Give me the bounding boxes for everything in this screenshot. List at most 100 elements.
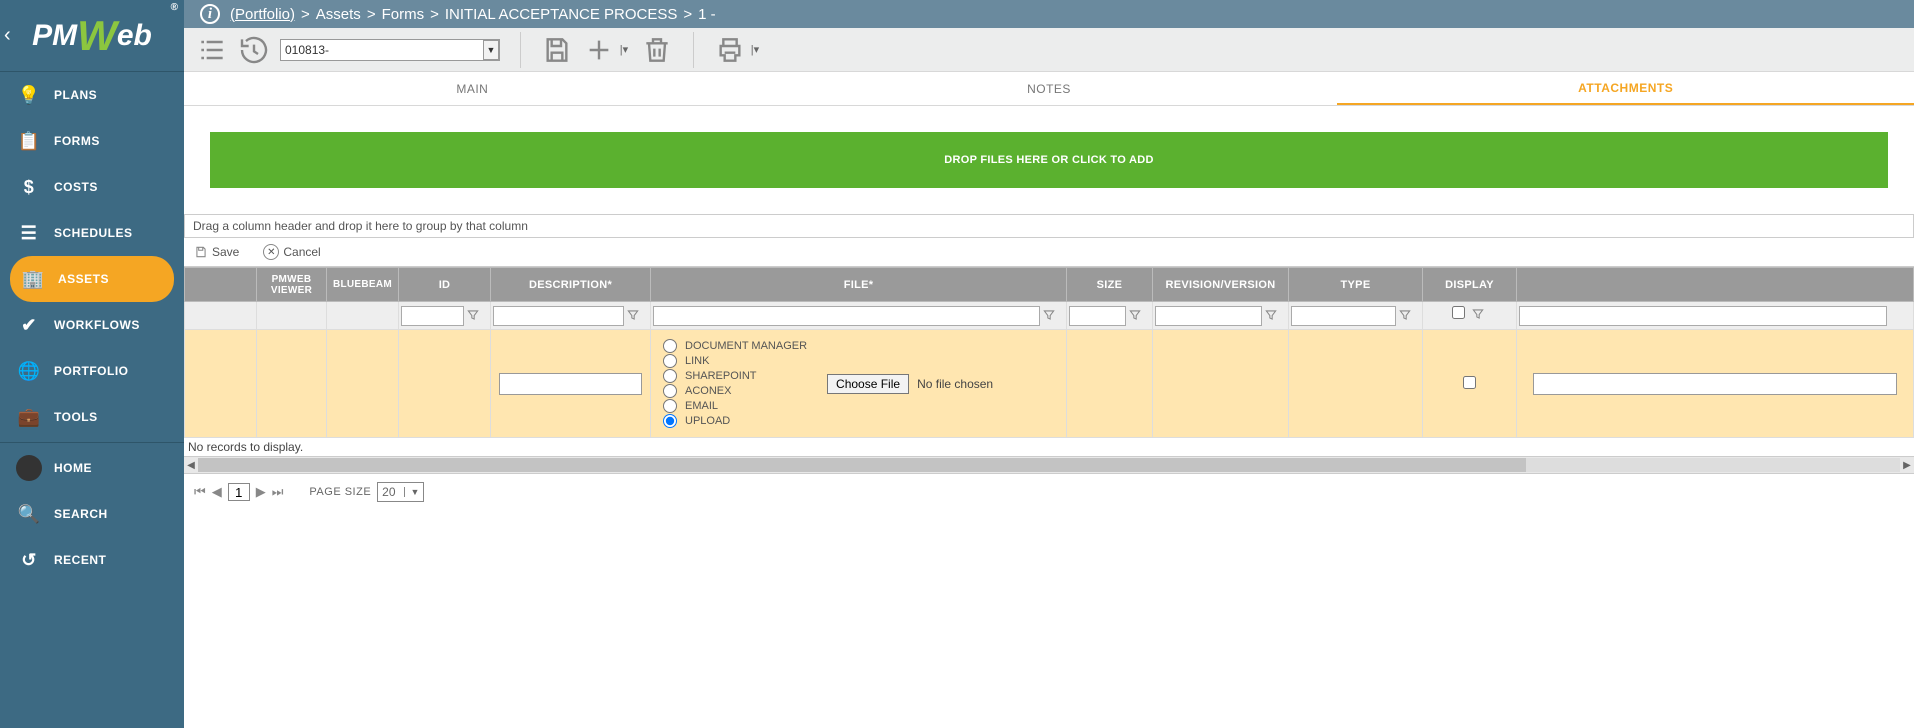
sidebar-item-costs[interactable]: $COSTS [0,164,184,210]
attachments-grid: PMWEB VIEWER BLUEBEAM ID DESCRIPTION* FI… [184,267,1914,438]
info-icon[interactable]: i [200,4,220,24]
sidebar: 💡PLANS 📋FORMS $COSTS ☰SCHEDULES 🏢ASSETS … [0,72,184,728]
pager-page-input[interactable] [228,483,250,501]
sidebar-item-portfolio[interactable]: 🌐PORTFOLIO [0,348,184,394]
edit-toolbar: Save ✕ Cancel [184,238,1914,267]
breadcrumb-process[interactable]: INITIAL ACCEPTANCE PROCESS [445,6,678,23]
file-source-radios: DOCUMENT MANAGER LINK SHAREPOINT ACONEX … [663,338,807,429]
col-header-revision[interactable]: REVISION/VERSION [1153,268,1289,302]
pager-prev-icon[interactable]: ◀ [212,484,222,500]
list-icon[interactable] [196,34,228,66]
print-dropdown-icon[interactable]: |▾ [748,34,762,66]
sidebar-item-workflows[interactable]: ✔WORKFLOWS [0,302,184,348]
radio-sharepoint[interactable] [663,369,677,383]
tab-attachments[interactable]: ATTACHMENTS [1337,72,1914,105]
collapse-sidebar-icon[interactable]: ‹ [4,24,11,47]
col-header-description[interactable]: DESCRIPTION* [491,268,651,302]
chevron-down-icon: ▼ [483,40,499,60]
dollar-icon: $ [16,177,42,198]
filter-revision-input[interactable] [1155,306,1262,326]
extra-input[interactable] [1533,373,1897,395]
pager-first-icon[interactable]: ⏮ [194,484,206,500]
col-header-file[interactable]: FILE* [651,268,1067,302]
breadcrumb-root[interactable]: (Portfolio) [230,6,295,23]
choose-file-button[interactable]: Choose File [827,374,909,394]
search-icon: 🔍 [16,504,42,525]
breadcrumb-forms[interactable]: Forms [382,6,425,23]
scroll-right-icon[interactable]: ▶ [1900,460,1914,471]
building-icon: 🏢 [20,269,46,290]
radio-aconex[interactable] [663,384,677,398]
record-toolbar: 010813-▼ |▾ |▾ [184,28,1914,72]
sidebar-item-search[interactable]: 🔍SEARCH [0,491,184,537]
main-area: 010813-▼ |▾ |▾ MAIN NOTES ATTACHMENTS DR… [184,28,1914,510]
chevron-down-icon: ▼ [404,487,420,497]
record-dropdown[interactable]: 010813-▼ [280,39,500,61]
sidebar-item-plans[interactable]: 💡PLANS [0,72,184,118]
filter-icon[interactable] [1128,308,1146,326]
sidebar-item-home[interactable]: HOME [0,445,184,491]
filter-extra-input[interactable] [1519,306,1887,326]
delete-icon[interactable] [641,34,673,66]
filter-icon[interactable] [1264,308,1282,326]
add-dropdown-icon[interactable]: |▾ [617,34,631,66]
tab-notes[interactable]: NOTES [761,72,1338,105]
file-dropzone[interactable]: DROP FILES HERE OR CLICK TO ADD [210,132,1888,188]
pager-next-icon[interactable]: ▶ [256,484,266,500]
col-header-bluebeam[interactable]: BLUEBEAM [327,268,399,302]
sidebar-item-forms[interactable]: 📋FORMS [0,118,184,164]
filter-display-checkbox[interactable] [1452,306,1465,319]
app-logo[interactable]: ‹ PMWeb ® [0,0,184,72]
col-header-extra[interactable] [1517,268,1914,302]
breadcrumb-assets[interactable]: Assets [316,6,361,23]
scroll-thumb[interactable] [198,458,1526,472]
page-size-label: PAGE SIZE [309,486,371,498]
col-header-pmweb-viewer[interactable]: PMWEB VIEWER [257,268,327,302]
radio-email[interactable] [663,399,677,413]
col-header-blank[interactable] [185,268,257,302]
check-icon: ✔ [16,315,42,336]
print-icon[interactable] [714,34,746,66]
filter-description-input[interactable] [493,306,624,326]
filter-id-input[interactable] [401,306,464,326]
radio-upload[interactable] [663,414,677,428]
group-by-bar[interactable]: Drag a column header and drop it here to… [184,214,1914,238]
radio-link[interactable] [663,354,677,368]
filter-size-input[interactable] [1069,306,1126,326]
horizontal-scrollbar[interactable]: ◀ ▶ [184,457,1914,473]
filter-icon[interactable] [626,308,644,326]
bars-icon: ☰ [16,223,42,244]
col-header-display[interactable]: DISPLAY [1423,268,1517,302]
col-header-size[interactable]: SIZE [1067,268,1153,302]
grid-edit-row: DOCUMENT MANAGER LINK SHAREPOINT ACONEX … [185,330,1914,438]
sidebar-item-tools[interactable]: 💼TOOLS [0,394,184,440]
add-icon[interactable] [583,34,615,66]
no-records-label: No records to display. [184,438,1914,457]
sidebar-item-schedules[interactable]: ☰SCHEDULES [0,210,184,256]
filter-icon[interactable] [1398,308,1416,326]
clipboard-icon: 📋 [16,131,42,152]
filter-file-input[interactable] [653,306,1040,326]
tab-main[interactable]: MAIN [184,72,761,105]
radio-document-manager[interactable] [663,339,677,353]
history-icon[interactable] [238,34,270,66]
save-button[interactable]: Save [194,245,239,259]
description-input[interactable] [499,373,642,395]
save-icon[interactable] [541,34,573,66]
sidebar-item-assets[interactable]: 🏢ASSETS [10,256,174,302]
cancel-button[interactable]: ✕ Cancel [263,244,320,260]
filter-icon[interactable] [1042,308,1060,326]
grid-filter-row [185,302,1914,330]
filter-icon[interactable] [1469,307,1487,325]
briefcase-icon: 💼 [16,407,42,428]
filter-icon[interactable] [466,308,484,326]
pager-last-icon[interactable]: ⏭ [272,484,284,500]
scroll-left-icon[interactable]: ◀ [184,460,198,471]
col-header-type[interactable]: TYPE [1289,268,1423,302]
filter-type-input[interactable] [1291,306,1396,326]
col-header-id[interactable]: ID [399,268,491,302]
sidebar-item-recent[interactable]: ↺RECENT [0,537,184,583]
page-size-dropdown[interactable]: 20▼ [377,482,424,502]
pager: ⏮ ◀ ▶ ⏭ PAGE SIZE 20▼ [184,473,1914,510]
display-checkbox[interactable] [1463,376,1476,389]
